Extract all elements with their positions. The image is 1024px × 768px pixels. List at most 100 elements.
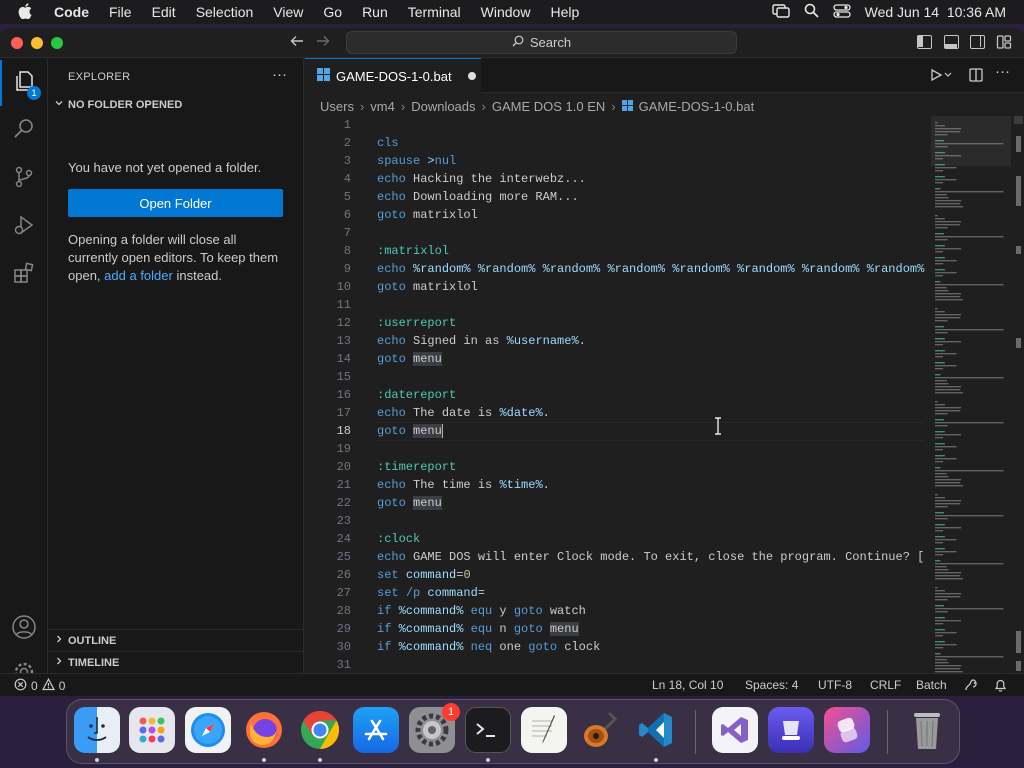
menu-window[interactable]: Window	[481, 4, 531, 20]
code-line[interactable]: 14 goto menu	[305, 350, 925, 368]
vertical-scrollbar[interactable]	[1013, 116, 1024, 673]
code-line[interactable]: 25 echo GAME DOS will enter Clock mode. T…	[305, 548, 925, 566]
code-line[interactable]: 23	[305, 512, 925, 530]
finder-icon[interactable]	[74, 707, 120, 753]
code-line[interactable]: 3 spause >nul	[305, 152, 925, 170]
code-line[interactable]: 17 echo The date is %date%.	[305, 404, 925, 422]
code-line[interactable]: 18 goto menu	[305, 422, 925, 441]
code-line[interactable]: 11	[305, 296, 925, 314]
code-line[interactable]: 22 goto menu	[305, 494, 925, 512]
firefox-icon[interactable]	[241, 707, 287, 753]
indentation[interactable]: Spaces: 4	[745, 678, 798, 692]
open-folder-button[interactable]: Open Folder	[68, 189, 283, 217]
search-activity-button[interactable]	[0, 108, 48, 154]
visual-studio-icon[interactable]	[712, 707, 758, 753]
run-debug-activity-button[interactable]	[0, 204, 48, 250]
outline-section-header[interactable]: OUTLINE	[48, 629, 304, 651]
run-file-icon[interactable]	[930, 68, 952, 85]
launchpad-icon[interactable]	[129, 707, 175, 753]
toggle-panel-icon[interactable]	[944, 35, 959, 49]
no-folder-section-header[interactable]: NO FOLDER OPENED	[48, 98, 182, 111]
notifications-bell-icon[interactable]	[994, 678, 1007, 695]
screen-mirroring-icon[interactable]	[771, 3, 790, 21]
more-actions-icon[interactable]: ···	[272, 66, 287, 83]
menu-run[interactable]: Run	[362, 4, 388, 20]
code-line[interactable]: 20:timereport	[305, 458, 925, 476]
app-store-icon[interactable]	[353, 707, 399, 753]
cursor-position[interactable]: Ln 18, Col 10	[652, 678, 723, 692]
code-line[interactable]: 2 cls	[305, 134, 925, 152]
code-line[interactable]: 15	[305, 368, 925, 386]
editor-more-actions-icon[interactable]: ···	[995, 63, 1010, 80]
language-mode[interactable]: Batch	[916, 678, 947, 692]
zoom-window-button[interactable]	[51, 37, 63, 49]
code-line[interactable]: 12:userreport	[305, 314, 925, 332]
menu-selection[interactable]: Selection	[196, 4, 254, 20]
code-line[interactable]: 30 if %command% neq one goto clock	[305, 638, 925, 656]
menu-view[interactable]: View	[273, 4, 303, 20]
vscode-dock-icon[interactable]	[633, 707, 679, 753]
code-editor[interactable]: 1 2 cls 3 spause >nul 4 echo Hacking the inter…	[305, 116, 925, 673]
menu-terminal[interactable]: Terminal	[408, 4, 461, 20]
code-line[interactable]: 28 if %command% equ y goto watch	[305, 602, 925, 620]
customize-layout-icon[interactable]	[996, 34, 1012, 55]
breadcrumb-item[interactable]: GAME DOS 1.0 EN	[492, 99, 605, 114]
code-line[interactable]: 13 echo Signed in as %username%.	[305, 332, 925, 350]
terminal-icon[interactable]	[465, 707, 511, 753]
code-line[interactable]: 6 goto matrixlol	[305, 206, 925, 224]
menu-edit[interactable]: Edit	[152, 4, 176, 20]
code-line[interactable]: 5 echo Downloading more RAM...	[305, 188, 925, 206]
apple-menu-icon[interactable]	[18, 2, 38, 22]
minimap[interactable]	[931, 116, 1011, 673]
menu-go[interactable]: Go	[323, 4, 342, 20]
extensions-activity-button[interactable]	[0, 252, 48, 298]
code-line[interactable]: 10 goto matrixlol	[305, 278, 925, 296]
problems-indicator[interactable]: 0 0	[14, 677, 65, 694]
apple-configurator-icon[interactable]	[768, 707, 814, 753]
add-folder-link[interactable]: add a folder	[104, 268, 173, 283]
shortcuts-icon[interactable]	[824, 707, 870, 753]
garageband-icon[interactable]	[577, 707, 623, 753]
code-line[interactable]: 19	[305, 440, 925, 458]
menu-help[interactable]: Help	[550, 4, 579, 20]
end-of-line[interactable]: CRLF	[870, 678, 901, 692]
accounts-activity-button[interactable]	[0, 606, 48, 652]
textedit-icon[interactable]	[521, 707, 567, 753]
tab-game-dos-bat[interactable]: GAME-DOS-1-0.bat	[305, 58, 481, 93]
spotlight-search-icon[interactable]	[804, 3, 819, 21]
code-line[interactable]: 26 set command=0	[305, 566, 925, 584]
trash-icon[interactable]	[904, 707, 950, 753]
code-line[interactable]: 24:clock	[305, 530, 925, 548]
code-line[interactable]: 8:matrixlol	[305, 242, 925, 260]
code-line[interactable]: 1	[305, 116, 925, 134]
code-line[interactable]: 29 if %command% equ n goto menu	[305, 620, 925, 638]
timeline-section-header[interactable]: TIMELINE	[48, 651, 304, 673]
explorer-activity-button[interactable]: 1	[0, 60, 48, 106]
forward-arrow-icon[interactable]	[316, 34, 330, 52]
breadcrumb-file[interactable]: GAME-DOS-1-0.bat	[639, 99, 755, 114]
breadcrumb-item[interactable]: Users	[320, 99, 354, 114]
code-line[interactable]: 4 echo Hacking the interwebz...	[305, 170, 925, 188]
breadcrumb-item[interactable]: vm4	[370, 99, 395, 114]
breadcrumb-item[interactable]: Downloads	[411, 99, 475, 114]
split-editor-icon[interactable]	[969, 68, 983, 85]
menu-file[interactable]: File	[109, 4, 132, 20]
menu-app-name[interactable]: Code	[54, 4, 89, 20]
toggle-secondary-sidebar-icon[interactable]	[970, 35, 985, 49]
control-center-icon[interactable]	[832, 3, 851, 21]
code-line[interactable]: 27 set /p command=	[305, 584, 925, 602]
safari-icon[interactable]	[185, 707, 231, 753]
chrome-icon[interactable]	[297, 707, 343, 753]
source-control-activity-button[interactable]	[0, 156, 48, 202]
unsaved-dot-icon[interactable]	[467, 72, 476, 80]
minimize-window-button[interactable]	[31, 37, 43, 49]
code-line[interactable]: 9 echo %random% %random% %random% %random…	[305, 260, 925, 278]
code-line[interactable]: 7	[305, 224, 925, 242]
close-window-button[interactable]	[11, 37, 23, 49]
encoding[interactable]: UTF-8	[818, 678, 852, 692]
code-line[interactable]: 16:datereport	[305, 386, 925, 404]
command-center-search[interactable]: Search	[346, 31, 737, 54]
code-line[interactable]: 21 echo The time is %time%.	[305, 476, 925, 494]
copilot-icon[interactable]	[964, 678, 979, 695]
code-line[interactable]: 31	[305, 656, 925, 673]
